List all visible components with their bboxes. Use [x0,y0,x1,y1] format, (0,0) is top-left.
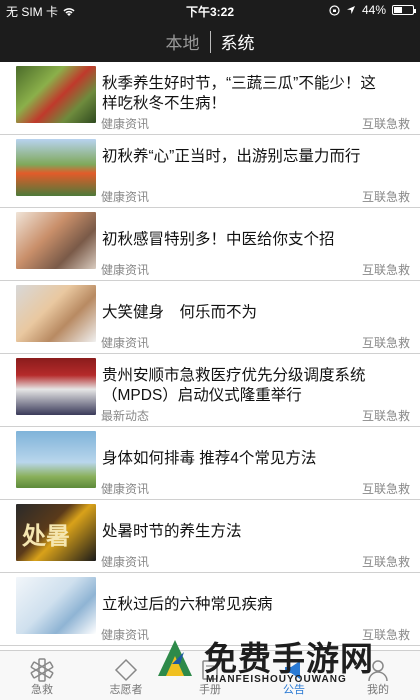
tab-local[interactable]: 本地 [156,29,210,54]
diamond-icon [114,658,138,682]
news-title: 身体如何排毒 推荐4个常见方法 [102,450,317,467]
status-right: 44% [329,3,416,17]
news-title: 处暑时节的养生方法 [102,523,242,540]
tabbar-label: 我的 [367,684,389,696]
list-item[interactable]: 立秋过后的六种常见疾病 健康资讯 互联急救 [0,573,420,646]
news-thumbnail: 处暑 [16,504,96,561]
news-category: 健康资讯 [101,482,150,496]
tabbar-label: 公告 [283,684,305,696]
megaphone-icon [285,661,300,679]
star-of-life-icon [30,658,54,682]
list-item[interactable]: 处暑 处暑时节的养生方法 健康资讯 互联急救 [0,500,420,573]
news-source: 互联急救 [361,190,410,204]
news-list: 秋季养生好时节，“三蔬三瓜”不能少！这样吃秋冬不生病！ 健康资讯 互联急救 初秋… [0,62,420,650]
news-category: 健康资讯 [101,263,150,277]
header: 本地 系统 [0,20,420,62]
news-category: 健康资讯 [101,190,150,204]
news-thumbnail [16,66,96,123]
tab-system[interactable]: 系统 [211,29,265,54]
tabbar-item-first-aid[interactable]: 急救 [0,651,84,700]
news-category: 健康资讯 [101,336,150,350]
news-source: 互联急救 [361,336,410,350]
location-arrow-icon [346,6,355,14]
news-title: 秋季养生好时节，“三蔬三瓜”不能少！这样吃秋冬不生病！ [102,75,376,112]
list-item[interactable]: 秋季养生好时节，“三蔬三瓜”不能少！这样吃秋冬不生病！ 健康资讯 互联急救 [0,62,420,135]
news-source: 互联急救 [361,409,410,423]
tabbar-item-manual[interactable]: 手册 [168,651,252,700]
tabbar-label: 急救 [31,684,53,696]
battery-fill [394,7,402,13]
news-category: 健康资讯 [101,117,150,131]
book-icon [202,660,218,680]
news-thumbnail [16,431,96,488]
tabbar-item-announcement[interactable]: 公告 [252,651,336,700]
battery-percent: 44% [361,3,386,17]
news-title: 立秋过后的六种常见疾病 [102,596,273,613]
news-thumbnail [16,577,96,634]
news-source: 互联急救 [361,628,410,642]
news-thumbnail [16,212,96,269]
list-item[interactable]: 初秋养“心”正当时，出游别忘量力而行 健康资讯 互联急救 [0,135,420,208]
list-item[interactable]: 身体如何排毒 推荐4个常见方法 健康资讯 互联急救 [0,427,420,500]
news-thumbnail [16,358,96,415]
news-category: 健康资讯 [101,555,150,569]
news-title: 贵州安顺市急救医疗优先分级调度系统（MPDS）启动仪式隆重举行 [102,367,366,404]
bottom-tab-bar: 急救 志愿者 手册 公告 我的 [0,650,420,700]
news-title: 初秋养“心”正当时，出游别忘量力而行 [102,148,361,165]
news-thumbnail [16,139,96,196]
news-source: 互联急救 [361,263,410,277]
list-item[interactable]: 贵州安顺市急救医疗优先分级调度系统（MPDS）启动仪式隆重举行 最新动态 互联急… [0,354,420,427]
news-title: 初秋感冒特别多！中医给你支个招 [102,231,335,248]
news-category: 健康资讯 [101,628,150,642]
news-source: 互联急救 [361,117,410,131]
news-source: 互联急救 [361,555,410,569]
tabbar-label: 志愿者 [109,684,143,696]
battery-icon [392,5,416,15]
tabbar-item-volunteer[interactable]: 志愿者 [84,651,168,700]
list-item[interactable]: 大笑健身 何乐而不为 健康资讯 互联急救 [0,281,420,354]
tabbar-label: 手册 [199,684,221,696]
tabbar-item-profile[interactable]: 我的 [336,651,420,700]
person-icon [368,660,388,682]
thumbnail-calligraphy: 处暑 [22,521,70,550]
segment-tabs: 本地 系统 [0,29,420,54]
news-source: 互联急救 [361,482,410,496]
news-title: 大笑健身 何乐而不为 [102,304,258,321]
news-category: 最新动态 [101,409,150,423]
rotation-lock-icon [329,4,340,16]
news-thumbnail [16,285,96,342]
list-item[interactable]: 初秋感冒特别多！中医给你支个招 健康资讯 互联急救 [0,208,420,281]
status-bar: 无 SIM 卡 下午3:22 44% [0,0,420,20]
